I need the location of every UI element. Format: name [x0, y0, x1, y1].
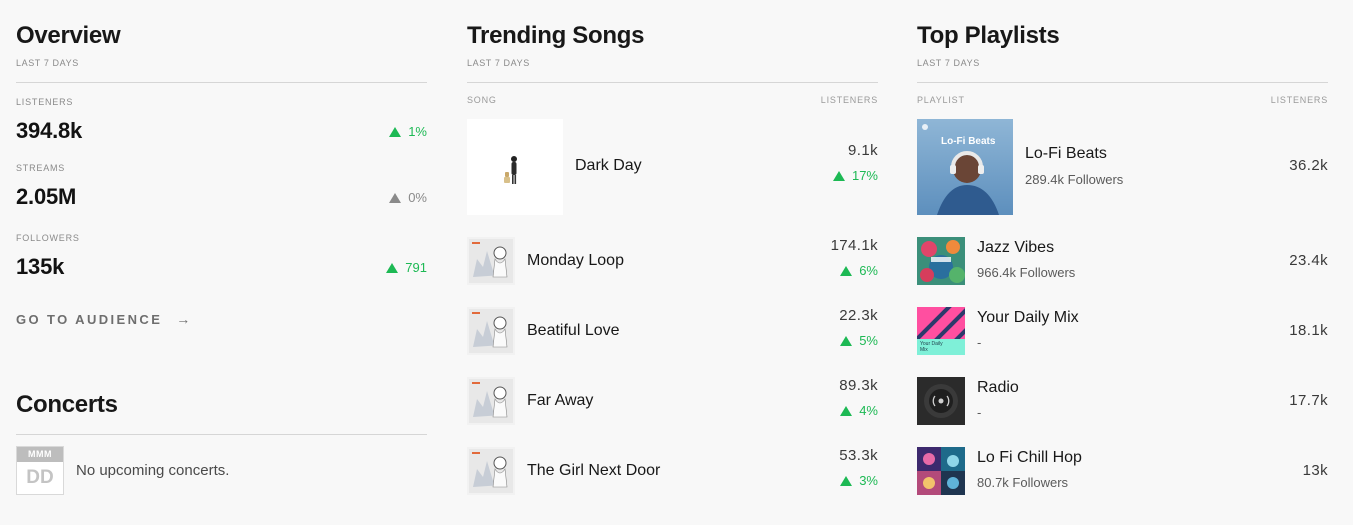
playlist-listeners: 18.1k [1289, 322, 1328, 339]
playlist-name: Lo-Fi Beats [1025, 145, 1107, 162]
playlist-followers: - [977, 335, 982, 350]
song-change-value: 6% [859, 263, 878, 278]
playlist-cover [917, 119, 1013, 215]
playlist-listeners: 36.2k [1289, 157, 1328, 174]
calendar-month: MMM [17, 447, 63, 462]
song-name: Far Away [527, 392, 594, 409]
no-concerts-text: No upcoming concerts. [76, 462, 230, 479]
song-row[interactable]: Far Away 89.3k 4% [467, 377, 878, 425]
song-change: 17% [832, 168, 878, 183]
playlist-row[interactable]: Lo-Fi Beats Lo-Fi Beats 289.4k Followers… [917, 119, 1328, 215]
trend-flat-icon [389, 192, 402, 203]
song-column-header: SONG [467, 95, 497, 105]
song-row[interactable]: Monday Loop 174.1k 6% [467, 237, 878, 285]
calendar-icon: MMM DD [16, 446, 64, 495]
song-artwork [467, 119, 563, 215]
top-playlists-title: Top Playlists [917, 22, 1060, 49]
song-name: Beatiful Love [527, 322, 620, 339]
playlist-followers: 289.4k Followers [1025, 172, 1124, 187]
playlist-cover [917, 447, 965, 495]
overview-title: Overview [16, 22, 121, 49]
song-artwork [467, 237, 515, 285]
playlist-cover-text: Your Daily Mix [920, 341, 943, 353]
song-listeners: 22.3k [839, 307, 878, 324]
song-change: 6% [840, 263, 878, 278]
song-artwork [467, 447, 515, 495]
divider [16, 82, 427, 83]
playlist-name: Your Daily Mix [977, 309, 1079, 326]
radio-cover [917, 377, 965, 425]
playlist-row[interactable]: Lo Fi Chill Hop 80.7k Followers 13k [917, 447, 1328, 495]
trend-up-icon [832, 170, 845, 181]
playlist-row[interactable]: Your Daily Mix Your Daily Mix - 18.1k [917, 307, 1328, 355]
song-change-value: 5% [859, 333, 878, 348]
playlist-name: Jazz Vibes [977, 239, 1055, 256]
song-change-value: 3% [859, 473, 878, 488]
song-listeners: 53.3k [839, 447, 878, 464]
followers-value: 135k [16, 254, 65, 279]
song-row[interactable]: Beatiful Love 22.3k 5% [467, 307, 878, 355]
playlist-column-header: PLAYLIST [917, 95, 965, 105]
playlist-cover [917, 237, 965, 285]
streams-value: 2.05M [16, 184, 77, 209]
song-name: Dark Day [575, 157, 642, 174]
song-row[interactable]: Dark Day 9.1k 17% [467, 119, 878, 215]
followers-change-value: 791 [405, 260, 427, 275]
playlist-name: Radio [977, 379, 1019, 396]
playlist-listeners: 17.7k [1289, 392, 1328, 409]
top-playlists-period: LAST 7 DAYS [917, 58, 980, 68]
divider [467, 82, 878, 83]
listeners-change-value: 1% [408, 124, 427, 139]
playlist-followers: 966.4k Followers [977, 265, 1076, 280]
playlist-listeners: 13k [1302, 462, 1328, 479]
arrow-right-icon: → [176, 311, 191, 327]
divider [16, 434, 427, 435]
playlist-name: Lo Fi Chill Hop [977, 449, 1082, 466]
trend-up-icon [840, 405, 853, 416]
song-listeners: 174.1k [830, 237, 878, 254]
overview-period: LAST 7 DAYS [16, 58, 79, 68]
song-name: Monday Loop [527, 252, 624, 269]
song-row[interactable]: The Girl Next Door 53.3k 3% [467, 447, 878, 495]
listeners-column-header: LISTENERS [820, 95, 878, 105]
song-listeners: 9.1k [848, 142, 878, 159]
go-to-audience-label: GO TO AUDIENCE [16, 311, 163, 327]
streams-change: 0% [389, 190, 427, 205]
listeners-label: LISTENERS [16, 97, 74, 107]
trend-up-icon [840, 335, 853, 346]
playlist-listeners: 23.4k [1289, 252, 1328, 269]
streams-label: STREAMS [16, 163, 66, 173]
followers-label: FOLLOWERS [16, 233, 80, 243]
song-change: 3% [840, 473, 878, 488]
playlist-row[interactable]: Radio - 17.7k [917, 377, 1328, 425]
trend-up-icon [840, 265, 853, 276]
streams-change-value: 0% [408, 190, 427, 205]
playlist-row[interactable]: Jazz Vibes 966.4k Followers 23.4k [917, 237, 1328, 285]
song-change: 5% [840, 333, 878, 348]
listeners-value: 394.8k [16, 118, 83, 143]
playlist-followers: 80.7k Followers [977, 475, 1069, 490]
song-name: The Girl Next Door [527, 462, 661, 479]
song-artwork [467, 307, 515, 355]
go-to-audience-link[interactable]: GO TO AUDIENCE → [16, 311, 190, 327]
song-listeners: 89.3k [839, 377, 878, 394]
trending-songs-period: LAST 7 DAYS [467, 58, 530, 68]
followers-change: 791 [386, 260, 427, 275]
trend-up-icon [840, 475, 853, 486]
trend-up-icon [389, 126, 402, 137]
listeners-change: 1% [389, 124, 427, 139]
playlist-cover-text: Lo-Fi Beats [941, 136, 996, 147]
song-change-value: 4% [859, 403, 878, 418]
song-change: 4% [840, 403, 878, 418]
song-artwork [467, 377, 515, 425]
trending-songs-title: Trending Songs [467, 22, 645, 49]
calendar-day: DD [26, 467, 54, 488]
listeners-column-header: LISTENERS [1270, 95, 1328, 105]
playlist-followers: - [977, 405, 982, 420]
divider [917, 82, 1328, 83]
concerts-title: Concerts [16, 391, 118, 418]
trend-up-icon [386, 262, 399, 273]
song-change-value: 17% [851, 168, 878, 183]
